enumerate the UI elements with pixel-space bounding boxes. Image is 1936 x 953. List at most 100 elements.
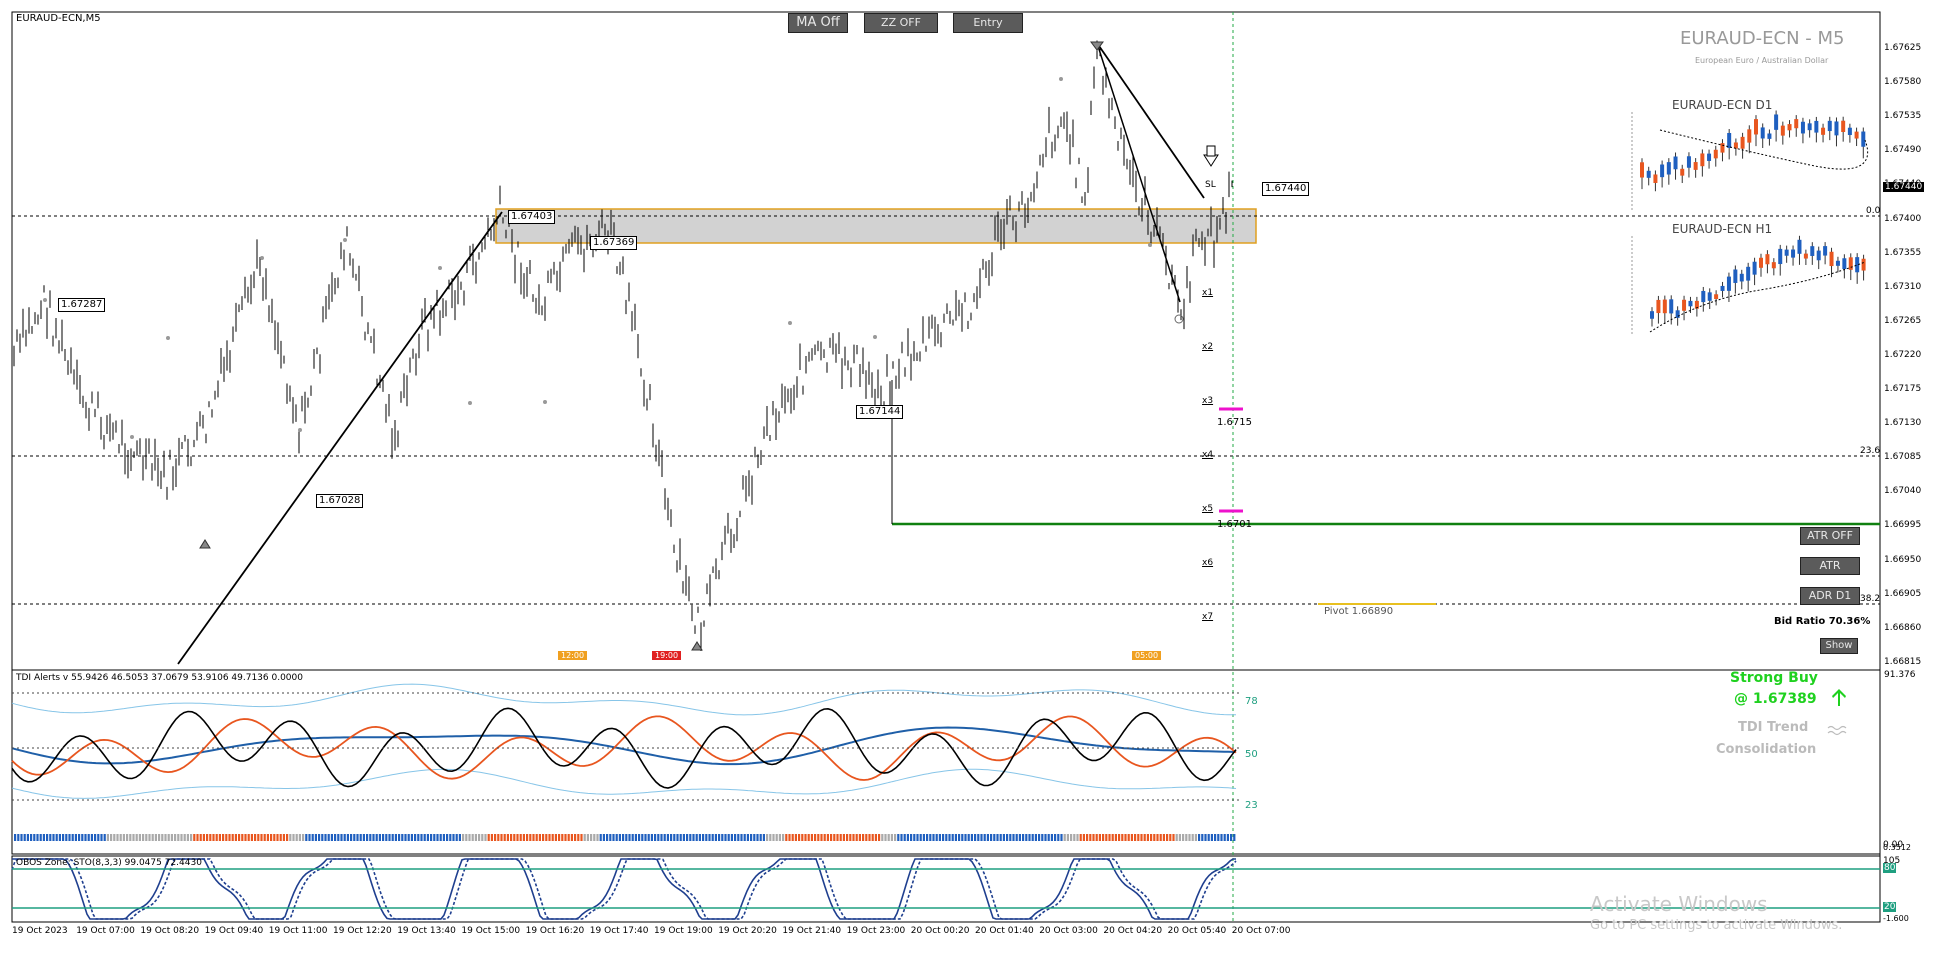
- mini-candle-body: [1653, 174, 1658, 183]
- wave-icon-2: [1827, 730, 1847, 736]
- tdi-dot: [673, 834, 676, 841]
- tdi-dot: [206, 834, 209, 841]
- mini-candle-body: [1791, 249, 1796, 258]
- watermark-title: EURAUD-ECN - M5: [1680, 28, 1845, 49]
- tdi-dot: [849, 834, 852, 841]
- tdi-dot: [926, 834, 929, 841]
- mini-candle-body: [1854, 131, 1859, 139]
- tdi-dot: [657, 834, 660, 841]
- tdi-dot: [1022, 834, 1025, 841]
- tdi-dot: [215, 834, 218, 841]
- tdi-dot: [65, 834, 68, 841]
- mini-candle-body: [1835, 260, 1840, 266]
- tdi-dot: [145, 834, 148, 841]
- tdi-dot: [513, 834, 516, 841]
- mini-candle-body: [1787, 124, 1792, 131]
- ma-toggle-button[interactable]: MA Off: [788, 13, 848, 33]
- tdi-dot: [484, 834, 487, 841]
- atr-button[interactable]: ATR: [1800, 557, 1860, 575]
- tdi-dot: [1057, 834, 1060, 841]
- adr-d1-button[interactable]: ADR D1: [1800, 587, 1860, 605]
- tdi-dot: [532, 834, 535, 841]
- tdi-dot: [567, 834, 570, 841]
- tdi-dot: [1178, 834, 1181, 841]
- tdi-dot: [958, 834, 961, 841]
- tdi-dot: [474, 834, 477, 841]
- tdi-dot: [1230, 834, 1233, 841]
- tdi-signal-dots: [14, 834, 1236, 841]
- trend-line-up: [177, 211, 503, 665]
- tdi-dot: [1175, 834, 1178, 841]
- tdi-dot: [324, 834, 327, 841]
- tdi-dot: [439, 834, 442, 841]
- show-button[interactable]: Show: [1820, 638, 1858, 654]
- tdi-dot: [263, 834, 266, 841]
- chart-canvas[interactable]: [0, 0, 1936, 953]
- mini-candle-body: [1827, 120, 1832, 132]
- tdi-dot: [970, 834, 973, 841]
- tdi-dot: [1002, 834, 1005, 841]
- mini-chart-h1-title: EURAUD-ECN H1: [1672, 222, 1773, 236]
- tdi-dot: [49, 834, 52, 841]
- tdi-dot: [1226, 834, 1229, 841]
- tdi-dot: [542, 834, 545, 841]
- tdi-dot: [394, 834, 397, 841]
- current-price-label: 1.67440: [1262, 182, 1310, 196]
- tdi-dot: [986, 834, 989, 841]
- mini-candle-body: [1662, 299, 1667, 314]
- tdi-dot: [110, 834, 113, 841]
- mini-candle-body: [1821, 127, 1826, 135]
- tdi-dot: [398, 834, 401, 841]
- price-label: 1.67144: [856, 405, 904, 419]
- time-axis-tick: 19 Oct 09:40: [204, 926, 264, 936]
- mini-candle-body: [1713, 149, 1718, 159]
- tdi-dot: [1162, 834, 1165, 841]
- tdi-dot: [823, 834, 826, 841]
- tdi-dot: [1009, 834, 1012, 841]
- tdi-dot: [1185, 834, 1188, 841]
- zz-toggle-button[interactable]: ZZ OFF: [864, 13, 938, 33]
- price-label: 1.67287: [58, 298, 106, 312]
- price-axis-tick: 1.67535: [1884, 111, 1922, 122]
- bid-ratio: Bid Ratio 70.36%: [1774, 616, 1871, 627]
- tdi-dot: [1233, 834, 1236, 841]
- price-axis-tick: 1.67310: [1884, 281, 1922, 292]
- tdi-dot: [302, 834, 305, 841]
- atr-off-button[interactable]: ATR OFF: [1800, 527, 1860, 545]
- tdi-dot: [596, 834, 599, 841]
- tdi-dot: [190, 834, 193, 841]
- tdi-dot: [756, 834, 759, 841]
- tdi-dot: [577, 834, 580, 841]
- tdi-dot: [481, 834, 484, 841]
- tdi-dot: [231, 834, 234, 841]
- tdi-pane-border: [11, 669, 1881, 855]
- tdi-dot: [974, 834, 977, 841]
- tdi-dot: [90, 834, 93, 841]
- price-axis-tick: 1.67220: [1884, 349, 1922, 360]
- tdi-dot: [228, 834, 231, 841]
- tdi-dot: [1044, 834, 1047, 841]
- tdi-dot: [305, 834, 308, 841]
- tdi-dot: [446, 834, 449, 841]
- tdi-dot: [218, 834, 221, 841]
- time-axis-tick: 19 Oct 16:20: [525, 926, 585, 936]
- price-axis-tick: 1.66860: [1884, 622, 1922, 633]
- tdi-dot: [1124, 834, 1127, 841]
- tdi-dot: [126, 834, 129, 841]
- fractal-dot: [1148, 243, 1152, 247]
- time-axis-tick: 19 Oct 11:00: [268, 926, 328, 936]
- tdi-dot: [945, 834, 948, 841]
- tdi-dot: [660, 834, 663, 841]
- mini-candle-body: [1752, 261, 1757, 275]
- tdi-dot: [39, 834, 42, 841]
- tdi-dot: [558, 834, 561, 841]
- entry-button[interactable]: Entry: [953, 13, 1023, 33]
- tdi-dot: [186, 834, 189, 841]
- mini-chart-d1-candles: [1631, 110, 1869, 212]
- tdi-dot: [292, 834, 295, 841]
- price-axis-tick: 1.67175: [1884, 384, 1922, 394]
- tdi-dot: [465, 834, 468, 841]
- mini-candle-body: [1771, 262, 1776, 269]
- tdi-trend-label: TDI Trend: [1738, 720, 1809, 735]
- tdi-dot: [625, 834, 628, 841]
